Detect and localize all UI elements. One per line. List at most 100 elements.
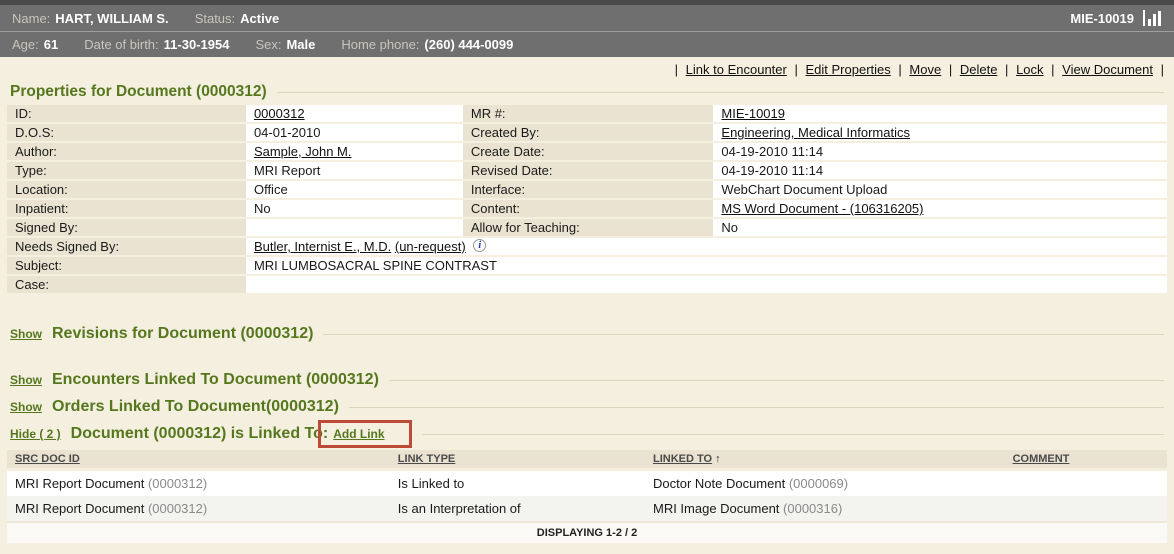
hide-linked-toggle[interactable]: Hide ( 2 ) [10, 427, 61, 441]
comment-column-header[interactable]: COMMENT [1005, 450, 1167, 470]
show-revisions-toggle[interactable]: Show [10, 327, 42, 341]
action-separator: | [1161, 62, 1164, 77]
type-value: MRI Report [246, 162, 463, 179]
add-link-button[interactable]: Add Link [333, 427, 384, 441]
info-icon[interactable]: i [473, 239, 486, 252]
lock-link[interactable]: Lock [1016, 62, 1043, 77]
signed-by-value [246, 219, 463, 236]
field-label-dos: D.O.S: [7, 124, 246, 141]
table-row: D.O.S: 04-01-2010 Created By: Engineerin… [7, 124, 1167, 141]
orders-section-title: Orders Linked To Document(0000312) [52, 398, 339, 416]
move-link[interactable]: Move [909, 62, 941, 77]
needs-signed-provider-link[interactable]: Butler, Internist E., M.D. [254, 239, 391, 254]
field-label-interface: Interface: [463, 181, 714, 198]
create-date-value: 04-19-2010 11:14 [713, 143, 1167, 160]
table-row: Signed By: Allow for Teaching: No [7, 219, 1167, 236]
patient-mrn: MIE-10019 [1070, 11, 1134, 26]
case-value [246, 276, 1167, 293]
field-label-revised-date: Revised Date: [463, 162, 714, 179]
table-row: Needs Signed By: Butler, Internist E., M… [7, 238, 1167, 255]
heading-rule [277, 92, 1164, 93]
linked-section-title: Document (0000312) is Linked To: [71, 425, 329, 443]
table-row: Case: [7, 276, 1167, 293]
action-separator: | [1051, 62, 1054, 77]
orders-section-header: Show Orders Linked To Document(0000312) [10, 398, 1164, 416]
flowsheet-chart-icon[interactable] [1142, 10, 1162, 26]
table-row: Subject: MRI LUMBOSACRAL SPINE CONTRAST [7, 257, 1167, 274]
unrequest-link[interactable]: (un-request) [395, 239, 466, 254]
src-doc-id-column-header[interactable]: SRC DOC ID [7, 450, 390, 470]
sex-label: Sex: [255, 37, 281, 52]
allow-teaching-value: No [713, 219, 1167, 236]
linked-to-column-header[interactable]: LINKED TO↑ [645, 450, 1005, 470]
show-orders-toggle[interactable]: Show [10, 400, 42, 414]
action-separator: | [949, 62, 952, 77]
field-label-inpatient: Inpatient: [7, 200, 246, 217]
field-label-needs-signed: Needs Signed By: [7, 238, 246, 255]
patient-banner: Name: HART, WILLIAM S. Status: Active MI… [0, 5, 1174, 31]
action-separator: | [1005, 62, 1008, 77]
name-label: Name: [12, 11, 50, 26]
comment-value [1005, 470, 1167, 497]
field-label-mr: MR #: [463, 105, 714, 122]
demographics-banner: Age: 61 Date of birth: 11-30-1954 Sex: M… [0, 31, 1174, 57]
revised-date-value: 04-19-2010 11:14 [713, 162, 1167, 179]
encounters-section-title: Encounters Linked To Document (0000312) [52, 371, 379, 389]
content-link[interactable]: MS Word Document - (106316205) [721, 201, 923, 216]
table-row: Inpatient: No Content: MS Word Document … [7, 200, 1167, 217]
encounters-section-header: Show Encounters Linked To Document (0000… [10, 371, 1164, 389]
field-label-author: Author: [7, 143, 246, 160]
patient-age: 61 [44, 37, 58, 52]
field-label-created-by: Created By: [463, 124, 714, 141]
linked-to-doc-name: Doctor Note Document [653, 476, 789, 491]
author-link[interactable]: Sample, John M. [254, 144, 352, 159]
field-label-create-date: Create Date: [463, 143, 714, 160]
patient-status: Active [240, 11, 279, 26]
edit-properties-link[interactable]: Edit Properties [806, 62, 891, 77]
view-document-link[interactable]: View Document [1062, 62, 1153, 77]
src-doc-id: (0000312) [148, 501, 207, 516]
link-type-column-header[interactable]: LINK TYPE [390, 450, 645, 470]
inpatient-value: No [246, 200, 463, 217]
mr-number-link[interactable]: MIE-10019 [721, 106, 785, 121]
src-doc-id: (0000312) [148, 476, 207, 491]
document-actions: | Link to Encounter | Edit Properties | … [0, 57, 1174, 80]
field-label-case: Case: [7, 276, 246, 293]
heading-rule [422, 434, 1164, 435]
location-value: Office [246, 181, 463, 198]
revisions-section-header: Show Revisions for Document (0000312) [10, 325, 1164, 343]
add-link-highlight-box: Add Link [318, 420, 411, 448]
paging-status: DISPLAYING 1-2 / 2 [7, 522, 1167, 543]
table-row: MRI Report Document (0000312) Is Linked … [7, 470, 1167, 497]
link-to-encounter-link[interactable]: Link to Encounter [686, 62, 787, 77]
doc-id-link[interactable]: 0000312 [254, 106, 305, 121]
field-label-type: Type: [7, 162, 246, 179]
patient-sex: Male [286, 37, 315, 52]
age-label: Age: [12, 37, 39, 52]
src-doc-name: MRI Report Document [15, 501, 148, 516]
table-row: Author: Sample, John M. Create Date: 04-… [7, 143, 1167, 160]
properties-heading: Properties for Document (0000312) [10, 83, 1164, 101]
linked-section-header: Hide ( 2 ) Document (0000312) is Linked … [10, 420, 1164, 448]
dos-value: 04-01-2010 [246, 124, 463, 141]
table-row: Type: MRI Report Revised Date: 04-19-201… [7, 162, 1167, 179]
link-type-value: Is Linked to [390, 470, 645, 497]
linked-to-doc-id: (0000316) [783, 501, 842, 516]
heading-rule [349, 407, 1164, 408]
heading-rule [323, 334, 1164, 335]
field-label-location: Location: [7, 181, 246, 198]
created-by-link[interactable]: Engineering, Medical Informatics [721, 125, 910, 140]
page-title: Properties for Document (0000312) [10, 83, 267, 101]
table-footer-row: DISPLAYING 1-2 / 2 [7, 522, 1167, 543]
show-encounters-toggle[interactable]: Show [10, 373, 42, 387]
link-type-value: Is an Interpretation of [390, 496, 645, 522]
table-row: MRI Report Document (0000312) Is an Inte… [7, 496, 1167, 522]
subject-value: MRI LUMBOSACRAL SPINE CONTRAST [246, 257, 1167, 274]
action-separator: | [898, 62, 901, 77]
src-doc-name: MRI Report Document [15, 476, 148, 491]
linked-to-doc-id: (0000069) [789, 476, 848, 491]
patient-name: HART, WILLIAM S. [55, 11, 168, 26]
field-label-id: ID: [7, 105, 246, 122]
delete-link[interactable]: Delete [960, 62, 998, 77]
linked-documents-table: SRC DOC ID LINK TYPE LINKED TO↑ COMMENT … [7, 450, 1167, 543]
